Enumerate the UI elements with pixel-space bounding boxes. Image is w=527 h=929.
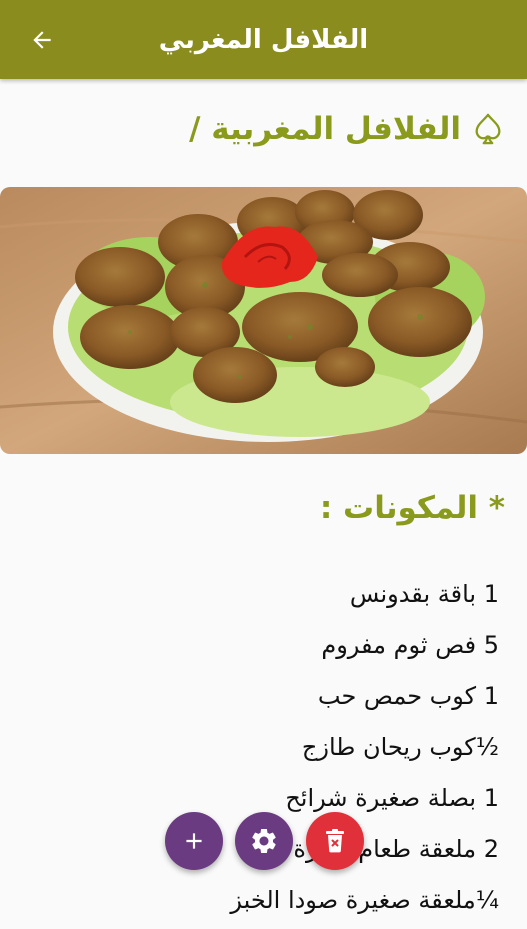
plus-icon <box>186 833 202 849</box>
list-item: 5 فص ثوم مفروم <box>321 631 499 659</box>
list-item: 1 كوب حمص حب <box>317 682 499 710</box>
ingredients-list: 1 باقة بقدونس 5 فص ثوم مفروم 1 كوب حمص ح… <box>230 572 499 929</box>
gear-icon <box>252 829 276 853</box>
app-bar-title: الفلافل المغربي <box>158 24 369 55</box>
app-bar: الفلافل المغربي <box>0 0 527 79</box>
list-item: 1 باقة بقدونس <box>349 580 499 608</box>
trash-icon <box>326 829 344 853</box>
falafel-plate-photo <box>0 187 527 454</box>
back-button[interactable] <box>22 20 62 60</box>
list-item: ½كوب ريحان طازج <box>301 733 499 761</box>
arrow-left-icon <box>33 31 51 49</box>
delete-button[interactable] <box>306 812 364 870</box>
recipe-title: الفلافل المغربية / <box>189 111 461 147</box>
list-item: ¼ملعقة صغيرة صودا الخبز <box>230 886 499 914</box>
settings-button[interactable] <box>235 812 293 870</box>
ingredients-title: * المكونات : <box>319 490 505 526</box>
spade-icon <box>475 113 501 145</box>
recipe-heading: الفلافل المغربية / <box>189 104 505 154</box>
add-button[interactable] <box>165 812 223 870</box>
